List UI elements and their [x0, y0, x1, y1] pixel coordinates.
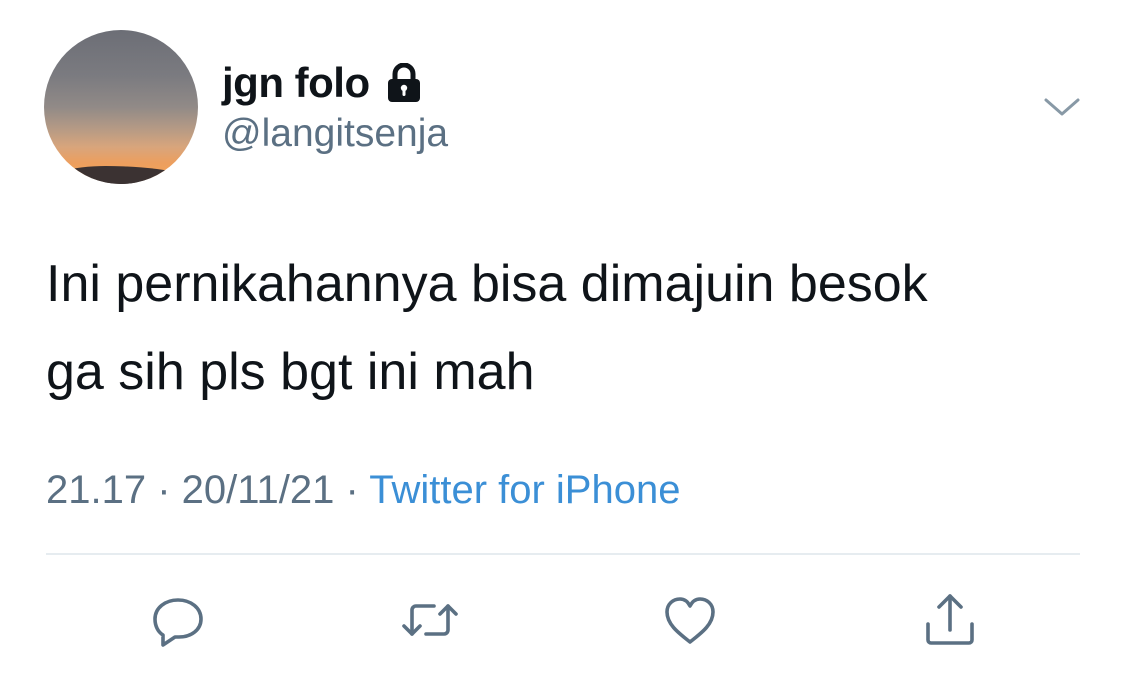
- display-name[interactable]: jgn folo: [222, 59, 370, 107]
- like-button[interactable]: [660, 590, 720, 650]
- retweet-button[interactable]: [400, 590, 460, 650]
- author-name-row: jgn folo: [222, 58, 422, 108]
- retweet-icon: [402, 604, 458, 636]
- tweet-detail: jgn folo @langitsenja Ini pernikahannya …: [0, 0, 1125, 677]
- tweet-meta: 21.17 · 20/11/21 · Twitter for iPhone: [46, 468, 680, 513]
- reply-button[interactable]: [148, 590, 208, 650]
- chevron-down-icon[interactable]: [1042, 92, 1082, 122]
- reply-icon: [153, 598, 203, 647]
- avatar-hills: [44, 166, 198, 184]
- avatar[interactable]: [44, 30, 198, 184]
- tweet-source-link[interactable]: Twitter for iPhone: [369, 468, 680, 512]
- divider: [46, 553, 1080, 555]
- tweet-text: Ini pernikahannya bisa dimajuin besok ga…: [46, 240, 1086, 416]
- heart-icon: [665, 597, 715, 644]
- user-handle[interactable]: @langitsenja: [222, 112, 448, 156]
- tweet-text-line: ga sih pls bgt ini mah: [46, 343, 535, 401]
- lock-icon: [386, 62, 422, 103]
- share-icon: [926, 594, 974, 645]
- meta-separator: ·: [146, 468, 182, 512]
- tweet-time: 21.17: [46, 468, 147, 512]
- tweet-text-line: Ini pernikahannya bisa dimajuin besok: [46, 255, 928, 313]
- tweet-date: 20/11/21: [181, 468, 335, 512]
- share-button[interactable]: [920, 590, 980, 650]
- meta-separator: ·: [334, 468, 370, 512]
